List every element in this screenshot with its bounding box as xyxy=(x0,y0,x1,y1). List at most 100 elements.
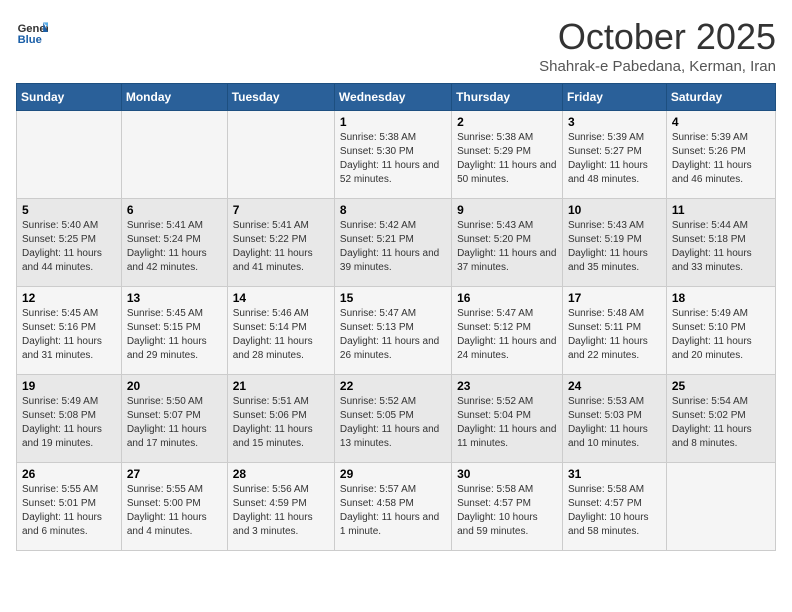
calendar-cell: 27Sunrise: 5:55 AM Sunset: 5:00 PM Dayli… xyxy=(121,463,227,551)
day-info: Sunrise: 5:43 AM Sunset: 5:19 PM Dayligh… xyxy=(568,219,661,275)
day-number: 8 xyxy=(340,203,446,217)
calendar-cell: 12Sunrise: 5:45 AM Sunset: 5:16 PM Dayli… xyxy=(17,287,122,375)
day-number: 1 xyxy=(340,115,446,129)
title-section: October 2025 Shahrak-e Pabedana, Kerman,… xyxy=(539,16,776,75)
day-number: 11 xyxy=(672,203,770,217)
calendar-cell: 7Sunrise: 5:41 AM Sunset: 5:22 PM Daylig… xyxy=(227,199,334,287)
day-number: 25 xyxy=(672,379,770,393)
calendar-cell: 31 Sunrise: 5:58 AM Sunset: 4:57 PM Dayli… xyxy=(562,463,666,551)
calendar-header: SundayMondayTuesdayWednesdayThursdayFrid… xyxy=(17,84,776,111)
calendar-cell: 15 Sunrise: 5:47 AM Sunset: 5:13 PM Dayli… xyxy=(334,287,451,375)
calendar-cell: 13Sunrise: 5:45 AM Sunset: 5:15 PM Dayli… xyxy=(121,287,227,375)
day-info: Sunrise: 5:49 AM Sunset: 5:10 PM Dayligh… xyxy=(672,307,770,363)
calendar-cell: 6Sunrise: 5:41 AM Sunset: 5:24 PM Daylig… xyxy=(121,199,227,287)
day-info: Sunrise: 5:50 AM Sunset: 5:07 PM Dayligh… xyxy=(127,395,222,451)
day-info: Sunrise: 5:40 AM Sunset: 5:25 PM Dayligh… xyxy=(22,219,116,275)
weekday-header-wednesday: Wednesday xyxy=(334,84,451,111)
calendar-table: SundayMondayTuesdayWednesdayThursdayFrid… xyxy=(16,83,776,551)
day-info: Sunrise: 5:58 AM Sunset: 4:57 PM Dayligh… xyxy=(457,483,557,539)
day-number: 26 xyxy=(22,467,116,481)
calendar-cell: 25 Sunrise: 5:54 AM Sunset: 5:02 PM Dayli… xyxy=(666,375,775,463)
day-info: Sunrise: 5:47 AM Sunset: 5:12 PM Dayligh… xyxy=(457,307,557,363)
day-number: 17 xyxy=(568,291,661,305)
weekday-header-friday: Friday xyxy=(562,84,666,111)
day-number: 5 xyxy=(22,203,116,217)
day-info: Sunrise: 5:57 AM Sunset: 4:58 PM Dayligh… xyxy=(340,483,446,539)
day-number: 4 xyxy=(672,115,770,129)
location-subtitle: Shahrak-e Pabedana, Kerman, Iran xyxy=(539,58,776,75)
day-number: 31 xyxy=(568,467,661,481)
day-info: Sunrise: 5:42 AM Sunset: 5:21 PM Dayligh… xyxy=(340,219,446,275)
day-number: 2 xyxy=(457,115,557,129)
weekday-header-row: SundayMondayTuesdayWednesdayThursdayFrid… xyxy=(17,84,776,111)
calendar-cell: 21Sunrise: 5:51 AM Sunset: 5:06 PM Dayli… xyxy=(227,375,334,463)
calendar-cell: 10 Sunrise: 5:43 AM Sunset: 5:19 PM Dayli… xyxy=(562,199,666,287)
calendar-week-row: 26 Sunrise: 5:55 AM Sunset: 5:01 PM Dayli… xyxy=(17,463,776,551)
calendar-cell: 1 Sunrise: 5:38 AM Sunset: 5:30 PM Daylig… xyxy=(334,111,451,199)
day-info: Sunrise: 5:39 AM Sunset: 5:26 PM Dayligh… xyxy=(672,131,770,187)
calendar-body: 1 Sunrise: 5:38 AM Sunset: 5:30 PM Daylig… xyxy=(17,111,776,551)
day-number: 9 xyxy=(457,203,557,217)
calendar-week-row: 19 Sunrise: 5:49 AM Sunset: 5:08 PM Dayli… xyxy=(17,375,776,463)
day-info: Sunrise: 5:48 AM Sunset: 5:11 PM Dayligh… xyxy=(568,307,661,363)
day-number: 29 xyxy=(340,467,446,481)
calendar-cell: 29 Sunrise: 5:57 AM Sunset: 4:58 PM Dayli… xyxy=(334,463,451,551)
day-number: 12 xyxy=(22,291,116,305)
day-info: Sunrise: 5:54 AM Sunset: 5:02 PM Dayligh… xyxy=(672,395,770,451)
calendar-cell xyxy=(121,111,227,199)
calendar-cell: 5 Sunrise: 5:40 AM Sunset: 5:25 PM Daylig… xyxy=(17,199,122,287)
calendar-cell: 30 Sunrise: 5:58 AM Sunset: 4:57 PM Dayli… xyxy=(452,463,563,551)
calendar-cell: 20Sunrise: 5:50 AM Sunset: 5:07 PM Dayli… xyxy=(121,375,227,463)
calendar-cell: 26 Sunrise: 5:55 AM Sunset: 5:01 PM Dayli… xyxy=(17,463,122,551)
calendar-cell: 16Sunrise: 5:47 AM Sunset: 5:12 PM Dayli… xyxy=(452,287,563,375)
calendar-cell: 19 Sunrise: 5:49 AM Sunset: 5:08 PM Dayli… xyxy=(17,375,122,463)
day-info: Sunrise: 5:47 AM Sunset: 5:13 PM Dayligh… xyxy=(340,307,446,363)
calendar-week-row: 5 Sunrise: 5:40 AM Sunset: 5:25 PM Daylig… xyxy=(17,199,776,287)
svg-text:Blue: Blue xyxy=(18,34,42,46)
day-number: 28 xyxy=(233,467,329,481)
calendar-cell: 8 Sunrise: 5:42 AM Sunset: 5:21 PM Daylig… xyxy=(334,199,451,287)
calendar-week-row: 1 Sunrise: 5:38 AM Sunset: 5:30 PM Daylig… xyxy=(17,111,776,199)
calendar-cell: 9Sunrise: 5:43 AM Sunset: 5:20 PM Daylig… xyxy=(452,199,563,287)
page-header: General Blue October 2025 Shahrak-e Pabe… xyxy=(16,16,776,75)
day-info: Sunrise: 5:46 AM Sunset: 5:14 PM Dayligh… xyxy=(233,307,329,363)
calendar-cell: 28 Sunrise: 5:56 AM Sunset: 4:59 PM Dayli… xyxy=(227,463,334,551)
calendar-cell: 3Sunrise: 5:39 AM Sunset: 5:27 PM Daylig… xyxy=(562,111,666,199)
day-number: 10 xyxy=(568,203,661,217)
weekday-header-monday: Monday xyxy=(121,84,227,111)
month-title: October 2025 xyxy=(539,16,776,58)
calendar-week-row: 12Sunrise: 5:45 AM Sunset: 5:16 PM Dayli… xyxy=(17,287,776,375)
calendar-cell: 4 Sunrise: 5:39 AM Sunset: 5:26 PM Daylig… xyxy=(666,111,775,199)
calendar-cell: 2Sunrise: 5:38 AM Sunset: 5:29 PM Daylig… xyxy=(452,111,563,199)
logo-icon: General Blue xyxy=(16,16,48,48)
calendar-cell: 14 Sunrise: 5:46 AM Sunset: 5:14 PM Dayli… xyxy=(227,287,334,375)
day-number: 21 xyxy=(233,379,329,393)
day-number: 19 xyxy=(22,379,116,393)
day-info: Sunrise: 5:55 AM Sunset: 5:01 PM Dayligh… xyxy=(22,483,116,539)
calendar-cell: 22Sunrise: 5:52 AM Sunset: 5:05 PM Dayli… xyxy=(334,375,451,463)
day-info: Sunrise: 5:56 AM Sunset: 4:59 PM Dayligh… xyxy=(233,483,329,539)
calendar-cell: 18 Sunrise: 5:49 AM Sunset: 5:10 PM Dayli… xyxy=(666,287,775,375)
calendar-cell: 11 Sunrise: 5:44 AM Sunset: 5:18 PM Dayli… xyxy=(666,199,775,287)
weekday-header-saturday: Saturday xyxy=(666,84,775,111)
calendar-cell: 17 Sunrise: 5:48 AM Sunset: 5:11 PM Dayli… xyxy=(562,287,666,375)
day-number: 18 xyxy=(672,291,770,305)
day-info: Sunrise: 5:44 AM Sunset: 5:18 PM Dayligh… xyxy=(672,219,770,275)
day-number: 6 xyxy=(127,203,222,217)
day-number: 24 xyxy=(568,379,661,393)
calendar-cell xyxy=(666,463,775,551)
day-number: 22 xyxy=(340,379,446,393)
day-number: 30 xyxy=(457,467,557,481)
day-number: 23 xyxy=(457,379,557,393)
day-info: Sunrise: 5:58 AM Sunset: 4:57 PM Dayligh… xyxy=(568,483,661,539)
day-info: Sunrise: 5:38 AM Sunset: 5:30 PM Dayligh… xyxy=(340,131,446,187)
day-info: Sunrise: 5:55 AM Sunset: 5:00 PM Dayligh… xyxy=(127,483,222,539)
day-info: Sunrise: 5:41 AM Sunset: 5:22 PM Dayligh… xyxy=(233,219,329,275)
day-info: Sunrise: 5:49 AM Sunset: 5:08 PM Dayligh… xyxy=(22,395,116,451)
day-info: Sunrise: 5:53 AM Sunset: 5:03 PM Dayligh… xyxy=(568,395,661,451)
day-number: 14 xyxy=(233,291,329,305)
day-number: 3 xyxy=(568,115,661,129)
weekday-header-tuesday: Tuesday xyxy=(227,84,334,111)
day-number: 15 xyxy=(340,291,446,305)
day-number: 13 xyxy=(127,291,222,305)
